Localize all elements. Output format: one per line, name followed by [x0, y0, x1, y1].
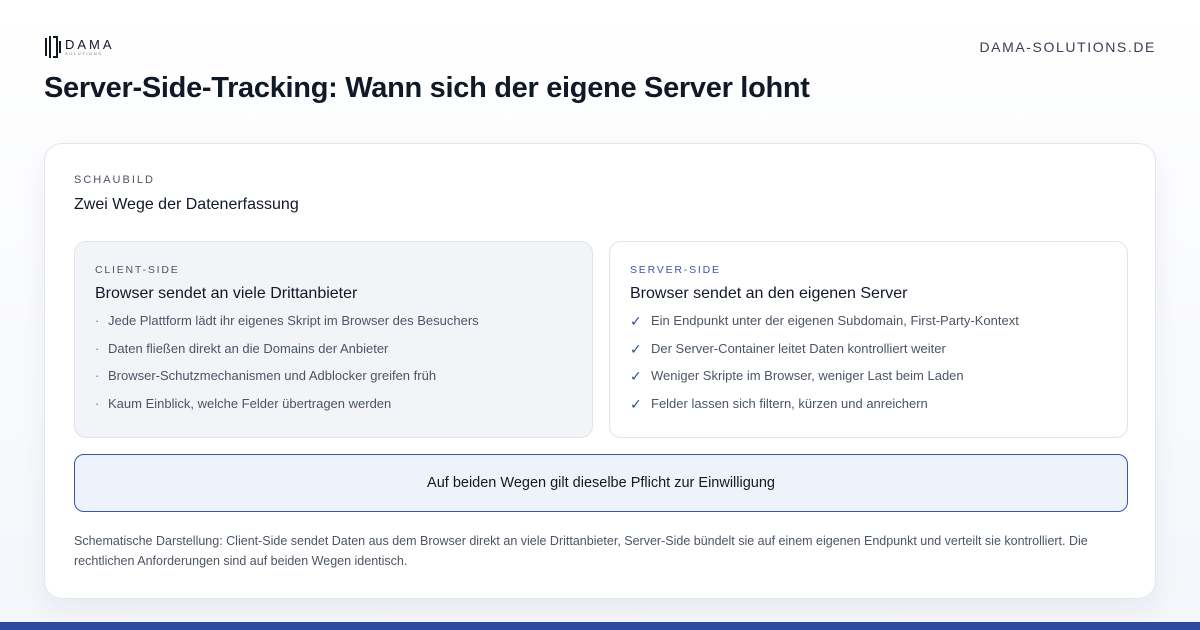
- diagram-card: SCHAUBILD Zwei Wege der Datenerfassung C…: [44, 143, 1156, 599]
- list-item-text: Daten fließen direkt an die Domains der …: [108, 340, 389, 356]
- client-side-title: Browser sendet an viele Drittanbieter: [95, 285, 358, 302]
- company-logo[interactable]: DAMA SOLUTIONS: [44, 35, 115, 59]
- page-title: Server-Side-Tracking: Wann sich der eige…: [44, 72, 810, 104]
- list-item: ✓ Weniger Skripte im Browser, weniger La…: [630, 368, 1107, 396]
- diagram-caption: Schematische Darstellung: Client-Side se…: [74, 534, 1088, 568]
- dot-bullet-icon: ·: [95, 313, 100, 328]
- list-item-text: Ein Endpunkt unter der eigenen Subdomain…: [651, 313, 1019, 328]
- server-side-title: Browser sendet an den eigenen Server: [630, 285, 908, 302]
- list-item: · Daten fließen direkt an die Domains de…: [95, 341, 572, 369]
- check-icon: ✓: [630, 368, 642, 384]
- list-item: ✓ Ein Endpunkt unter der eigenen Subdoma…: [630, 313, 1107, 341]
- header: DAMA SOLUTIONS DAMA-SOLUTIONS.DE: [44, 32, 1156, 62]
- card-eyebrow: SCHAUBILD: [74, 174, 155, 186]
- dot-bullet-icon: ·: [95, 340, 100, 356]
- list-item-text: Jede Plattform lädt ihr eigenes Skript i…: [108, 313, 479, 328]
- check-icon: ✓: [630, 395, 642, 412]
- bottom-accent-bar: [0, 622, 1200, 630]
- list-item: ✓ Felder lassen sich filtern, kürzen und…: [630, 396, 1107, 424]
- dot-bullet-icon: ·: [95, 368, 100, 383]
- client-side-list: · Jede Plattform lädt ihr eigenes Skript…: [95, 313, 572, 423]
- server-side-panel: SERVER-SIDE Browser sendet an den eigene…: [609, 241, 1128, 438]
- card-title: Zwei Wege der Datenerfassung: [74, 196, 299, 213]
- list-item-text: Der Server-Container leitet Daten kontro…: [651, 340, 946, 356]
- logo-subtext: SOLUTIONS: [65, 51, 103, 56]
- consent-banner: Auf beiden Wegen gilt dieselbe Pflicht z…: [74, 454, 1128, 512]
- list-item-text: Browser-Schutzmechanismen und Adblocker …: [108, 368, 437, 383]
- list-item: · Kaum Einblick, welche Felder übertrage…: [95, 396, 572, 424]
- logo-text: DAMA: [65, 37, 115, 52]
- domain-label: DAMA-SOLUTIONS.DE: [979, 39, 1156, 55]
- check-icon: ✓: [630, 313, 642, 329]
- list-item: · Browser-Schutzmechanismen und Adblocke…: [95, 368, 572, 396]
- list-item: · Jede Plattform lädt ihr eigenes Skript…: [95, 313, 572, 341]
- client-side-label: CLIENT-SIDE: [95, 264, 180, 276]
- list-item-text: Felder lassen sich filtern, kürzen und a…: [651, 395, 928, 411]
- logo-mark-icon: [45, 36, 61, 58]
- server-side-list: ✓ Ein Endpunkt unter der eigenen Subdoma…: [630, 313, 1107, 423]
- list-item-text: Weniger Skripte im Browser, weniger Last…: [651, 368, 964, 383]
- dot-bullet-icon: ·: [95, 395, 100, 411]
- check-icon: ✓: [630, 340, 642, 357]
- list-item-text: Kaum Einblick, welche Felder übertragen …: [108, 395, 392, 411]
- client-side-panel: CLIENT-SIDE Browser sendet an viele Drit…: [74, 241, 593, 438]
- list-item: ✓ Der Server-Container leitet Daten kont…: [630, 341, 1107, 369]
- server-side-label: SERVER-SIDE: [630, 264, 721, 276]
